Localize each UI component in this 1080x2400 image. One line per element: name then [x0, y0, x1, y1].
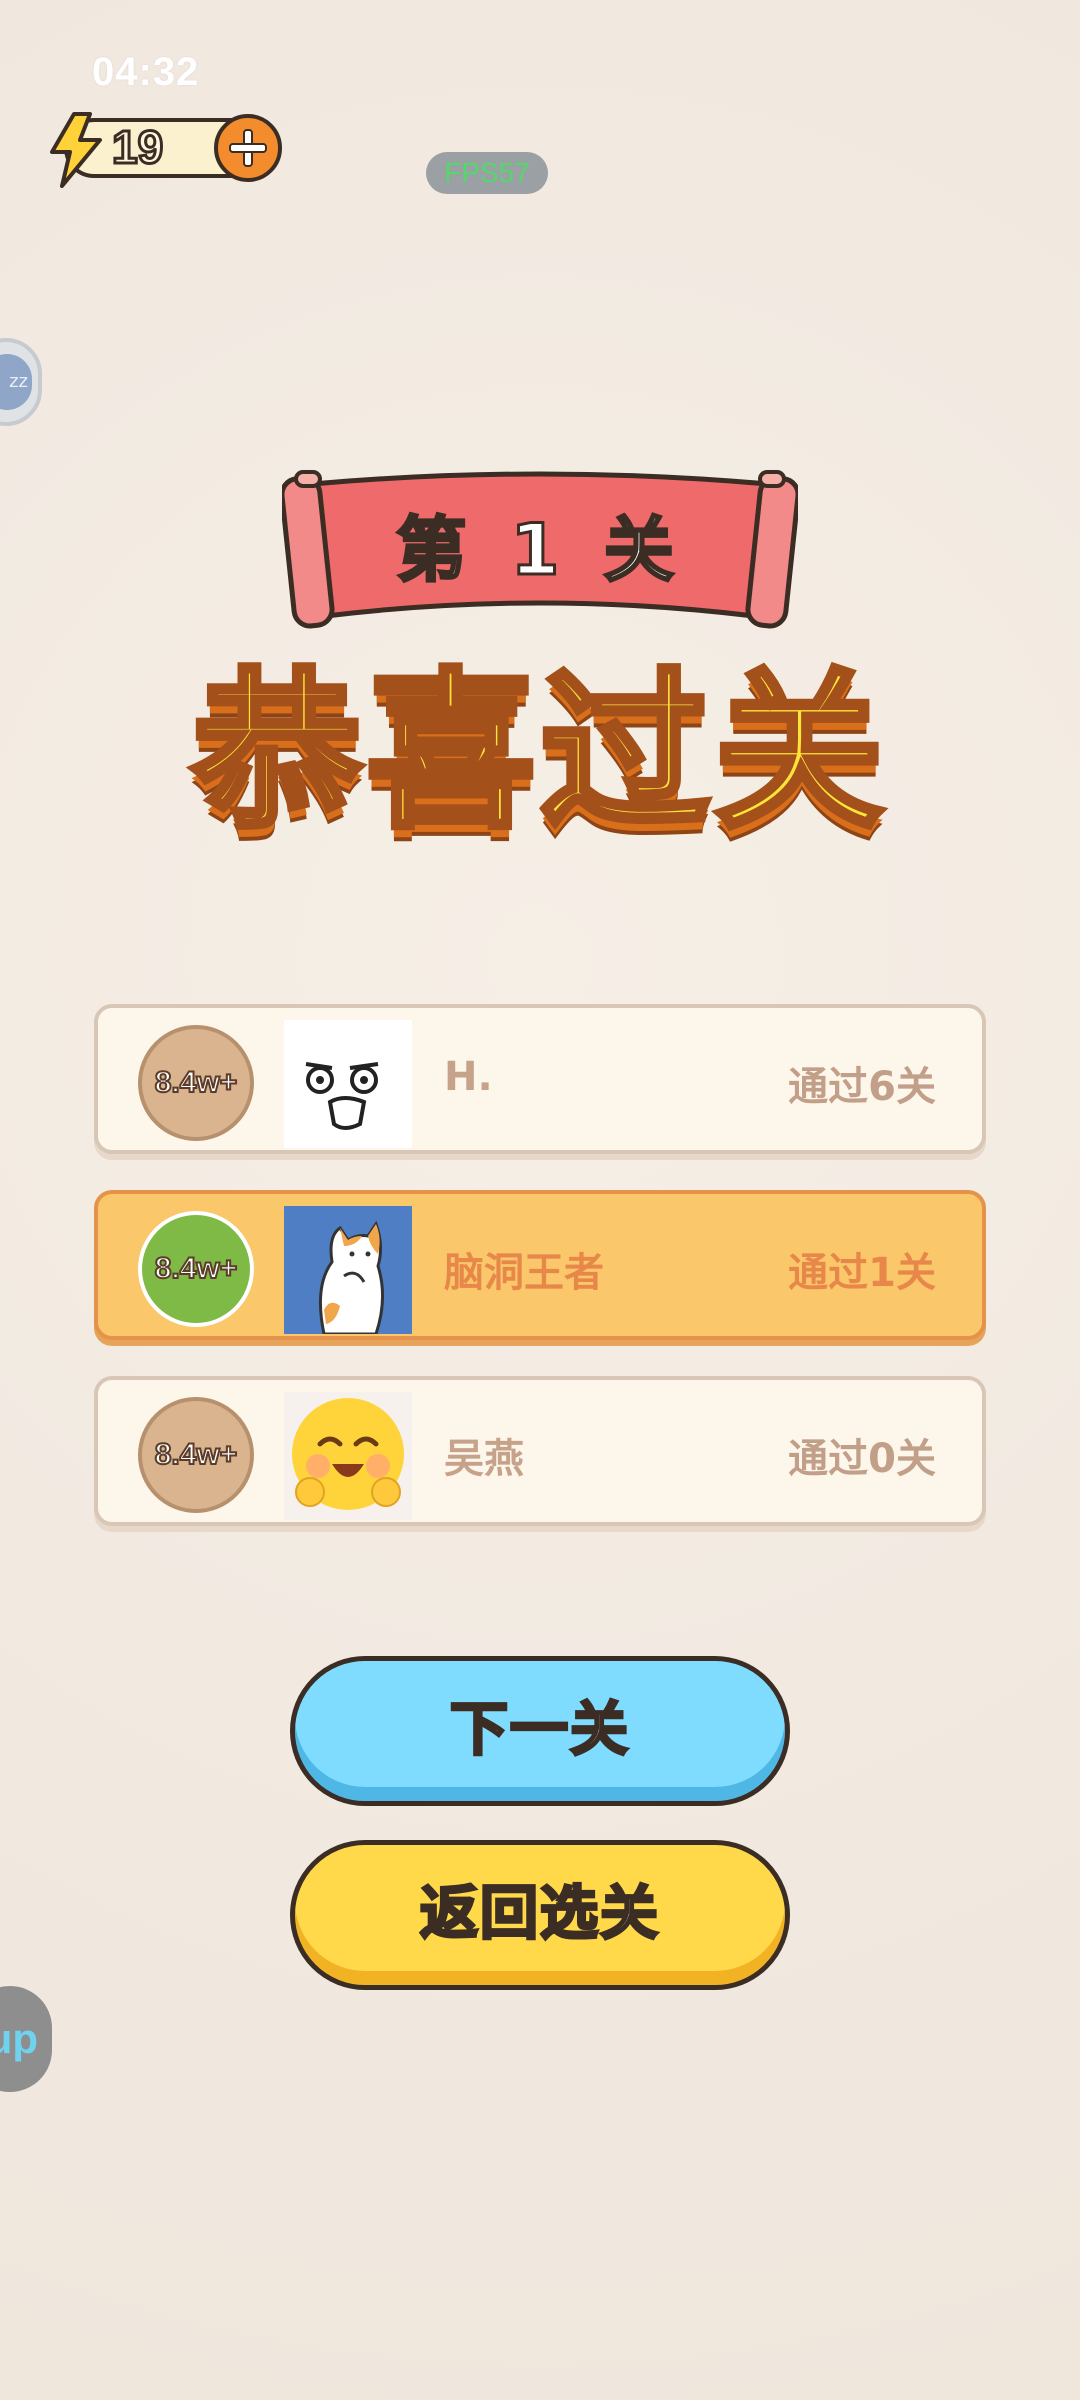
energy-counter[interactable]: 19: [44, 112, 284, 188]
fps-indicator: FPS57: [426, 152, 548, 194]
add-energy-button[interactable]: [214, 114, 282, 182]
doodle-face-icon: [284, 1020, 412, 1148]
levels-passed: 通过0关: [788, 1436, 936, 1482]
level-banner: 第 1 关: [279, 466, 801, 636]
level-label: 第 1 关: [395, 508, 684, 593]
ranking-row-current-player: 8.4w+ 脑洞王者 通过1关: [94, 1190, 986, 1340]
levels-passed: 通过6关: [788, 1064, 936, 1110]
status-time: 04:32: [92, 50, 200, 94]
floating-bubble[interactable]: zz: [0, 338, 42, 426]
level-complete-screen: 04:32 19 FPS57 zz up 第 1 关 恭喜过关 8.4: [0, 0, 1080, 2400]
congrats-title: 恭喜过关: [189, 654, 888, 852]
ranking-row: 8.4w+ H. 通过6关: [94, 1004, 986, 1154]
plus-icon: [229, 129, 267, 167]
floating-up-button[interactable]: up: [0, 1986, 52, 2092]
player-name: 吴燕: [444, 1436, 524, 1482]
floating-bubble-label: zz: [0, 354, 32, 410]
avatar: [284, 1020, 412, 1148]
avatar: [284, 1392, 412, 1520]
smiling-emoji-icon: [284, 1392, 412, 1520]
player-name: H.: [444, 1054, 493, 1100]
player-name: 脑洞王者: [444, 1250, 604, 1296]
avatar: [284, 1206, 412, 1334]
rank-badge: 8.4w+: [138, 1025, 254, 1141]
ranking-list: 8.4w+ H. 通过6关 8.4w+ 脑洞王者 通过1关 8.4w+ 吴燕 通…: [94, 1004, 986, 1562]
lightning-icon: [50, 112, 102, 188]
ranking-row: 8.4w+ 吴燕 通过0关: [94, 1376, 986, 1526]
back-to-level-select-button[interactable]: 返回选关: [290, 1840, 790, 1990]
rank-badge: 8.4w+: [138, 1211, 254, 1327]
levels-passed: 通过1关: [788, 1250, 936, 1296]
rank-badge: 8.4w+: [138, 1397, 254, 1513]
next-level-button[interactable]: 下一关: [290, 1656, 790, 1806]
energy-value: 19: [110, 120, 164, 175]
cat-icon: [284, 1206, 412, 1334]
